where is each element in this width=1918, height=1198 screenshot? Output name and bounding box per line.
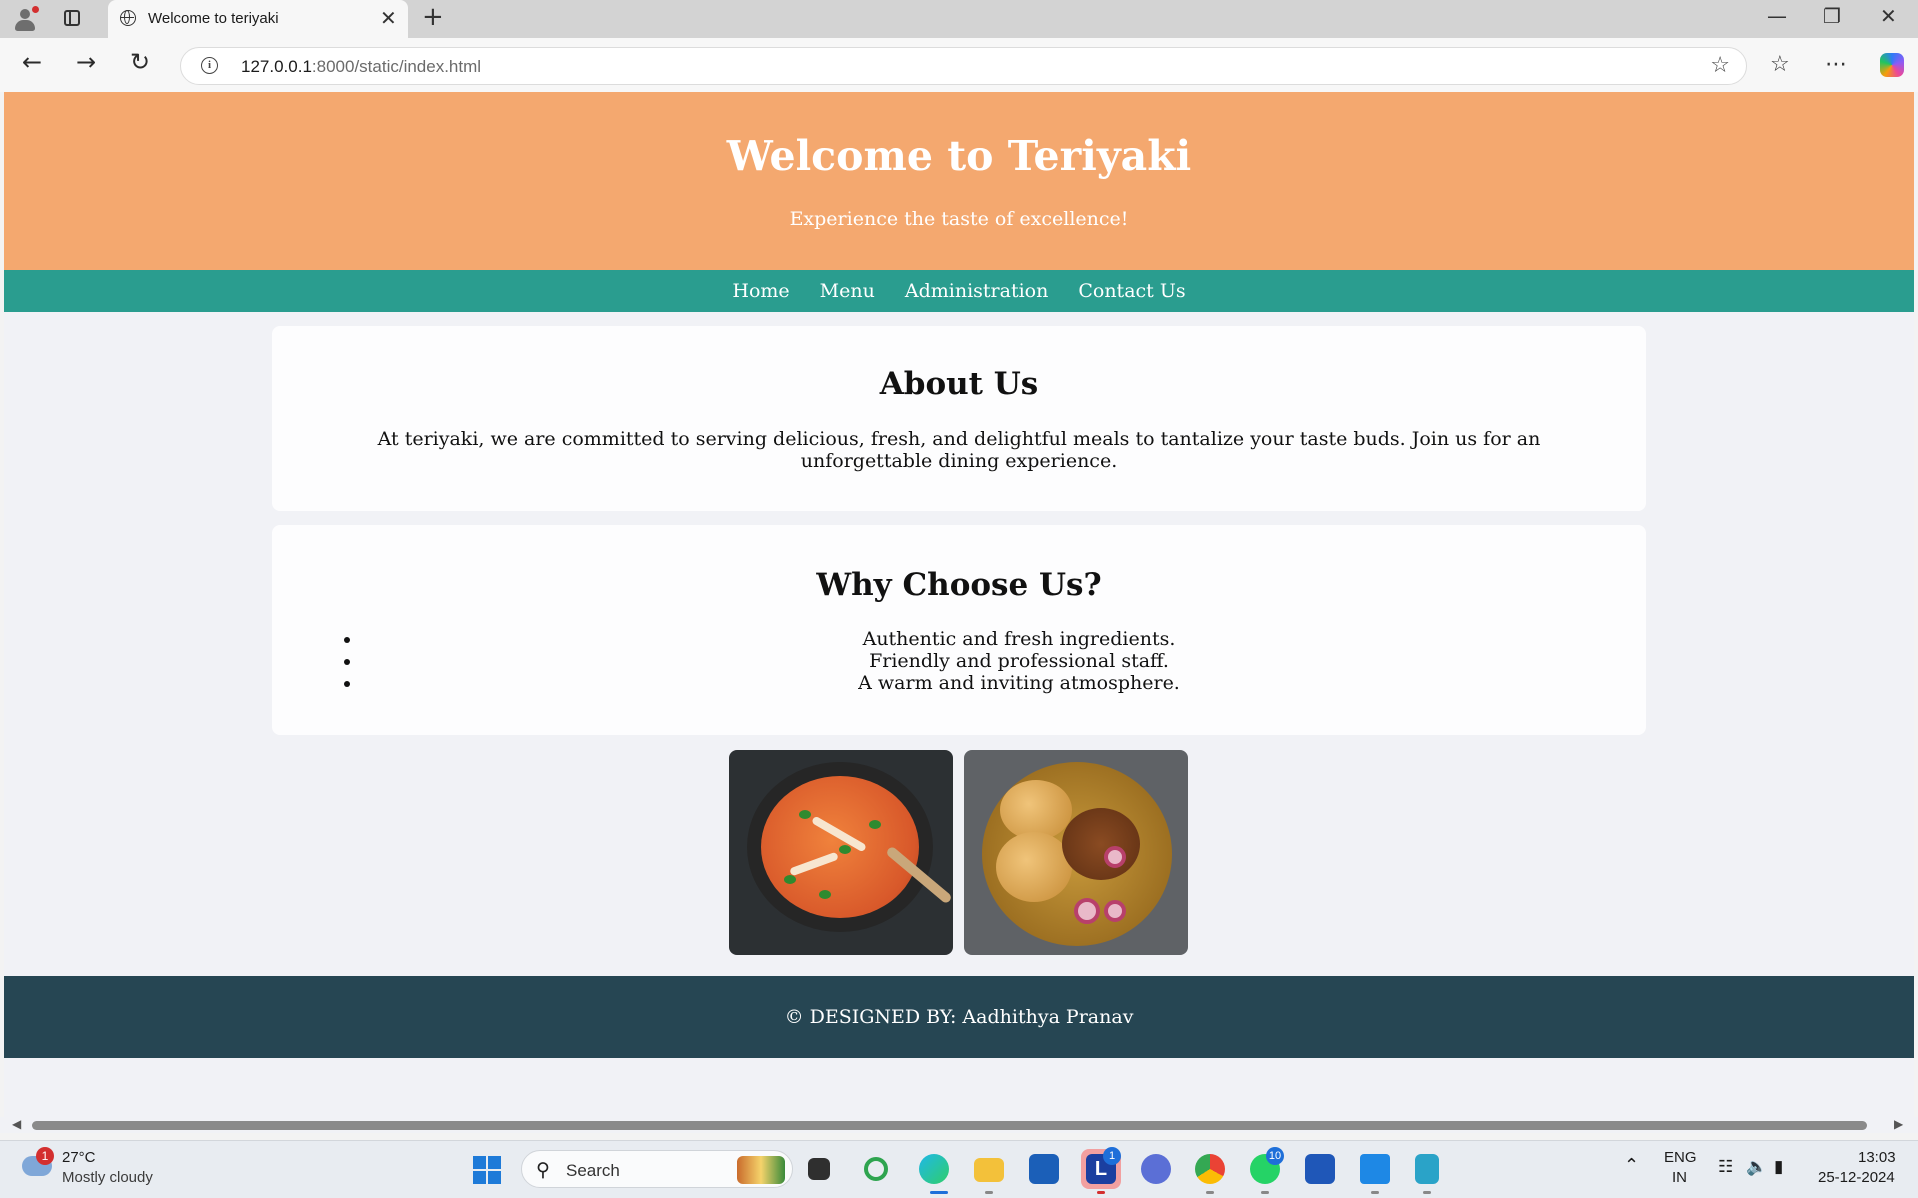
windows-start-icon[interactable] — [473, 1156, 501, 1184]
footer-credit: © DESIGNED BY: Aadhithya Pranav — [784, 1006, 1134, 1028]
minimize-button[interactable]: — — [1767, 4, 1787, 28]
why-list: Authentic and fresh ingredients. Friendl… — [322, 628, 1676, 694]
forward-arrow-icon[interactable]: → — [76, 48, 96, 76]
vscode-running-indicator — [1371, 1191, 1379, 1194]
back-arrow-icon[interactable]: ← — [22, 48, 42, 76]
horizontal-scrollbar[interactable]: ◀ ▶ — [0, 1117, 1918, 1133]
site-nav: Home Menu Administration Contact Us — [4, 270, 1914, 312]
terminal-icon[interactable] — [808, 1158, 830, 1180]
chrome-running-indicator — [1206, 1191, 1214, 1194]
store-icon[interactable] — [1029, 1154, 1059, 1184]
taskbar: 1 27°C Mostly cloudy ⚲ Search L 1 10 ⌃ E… — [0, 1140, 1918, 1198]
browser-tab[interactable]: Welcome to teriyaki ✕ — [108, 0, 408, 38]
window-close-button[interactable]: ✕ — [1880, 4, 1897, 28]
chrome-icon[interactable] — [1195, 1154, 1225, 1184]
tab-close-button[interactable]: ✕ — [380, 6, 397, 30]
edge-icon[interactable] — [919, 1154, 949, 1184]
favorite-star-icon[interactable]: ☆ — [1710, 53, 1730, 78]
whatsapp-running-indicator — [1261, 1191, 1269, 1194]
language-code[interactable]: ENG — [1664, 1149, 1697, 1166]
address-bar[interactable]: i 127.0.0.1:8000/static/index.html ☆ — [180, 47, 1747, 85]
browser-tab-strip: Welcome to teriyaki ✕ + — ❐ ✕ — [0, 0, 1918, 38]
battery-icon[interactable]: ▮ — [1774, 1157, 1783, 1177]
why-section: Why Choose Us? Authentic and fresh ingre… — [272, 525, 1646, 735]
food-gallery — [729, 750, 1189, 955]
clock-date[interactable]: 25-12-2024 — [1818, 1169, 1895, 1186]
why-heading: Why Choose Us? — [816, 567, 1102, 603]
nav-menu[interactable]: Menu — [820, 270, 875, 312]
site-info-icon[interactable]: i — [201, 57, 218, 74]
search-label: Search — [566, 1161, 620, 1180]
app-ring-icon[interactable] — [864, 1157, 888, 1181]
url-text: 127.0.0.1:8000/static/index.html — [241, 57, 482, 76]
puri-chole-image — [964, 750, 1188, 955]
new-tab-button[interactable]: + — [422, 2, 444, 32]
site-footer: © DESIGNED BY: Aadhithya Pranav — [4, 976, 1914, 1058]
copilot-icon[interactable] — [1880, 53, 1904, 77]
profile-icon[interactable] — [12, 6, 39, 32]
region-code[interactable]: IN — [1672, 1169, 1687, 1186]
globe-icon — [120, 10, 136, 26]
weather-badge: 1 — [36, 1147, 54, 1165]
refresh-icon[interactable]: ↻ — [130, 48, 150, 76]
tab-actions-icon[interactable] — [64, 10, 80, 26]
nav-contact-us[interactable]: Contact Us — [1078, 270, 1185, 312]
notepad-icon[interactable] — [1415, 1154, 1439, 1184]
chevron-up-icon[interactable]: ⌃ — [1624, 1155, 1639, 1176]
search-highlight-icon — [737, 1156, 785, 1184]
site-header: Welcome to Teriyaki Experience the taste… — [4, 92, 1914, 270]
file-explorer-icon[interactable] — [974, 1158, 1004, 1182]
word-icon[interactable] — [1305, 1154, 1335, 1184]
more-options-icon[interactable]: ⋯ — [1825, 52, 1847, 77]
page-viewport: Welcome to Teriyaki Experience the taste… — [4, 92, 1914, 1118]
nav-home[interactable]: Home — [732, 270, 789, 312]
curry-image — [729, 750, 953, 955]
tab-title: Welcome to teriyaki — [148, 10, 279, 27]
nav-administration[interactable]: Administration — [905, 270, 1048, 312]
list-item: Friendly and professional staff. — [362, 650, 1676, 672]
scroll-right-icon[interactable]: ▶ — [1894, 1117, 1903, 1131]
clock-time[interactable]: 13:03 — [1858, 1149, 1896, 1166]
app-a-icon[interactable] — [1141, 1154, 1171, 1184]
about-section: About Us At teriyaki, we are committed t… — [272, 326, 1646, 511]
whatsapp-badge: 10 — [1266, 1147, 1284, 1165]
temperature[interactable]: 27°C — [62, 1149, 96, 1166]
about-heading: About Us — [879, 366, 1039, 402]
list-item: Authentic and fresh ingredients. — [362, 628, 1676, 650]
site-subtitle: Experience the taste of excellence! — [789, 208, 1129, 230]
notepad-running-indicator — [1423, 1191, 1431, 1194]
search-icon: ⚲ — [536, 1160, 550, 1181]
favorites-icon[interactable]: ☆ — [1770, 52, 1790, 77]
app-l-running-indicator — [1097, 1191, 1105, 1194]
wifi-icon[interactable]: ☷ — [1718, 1157, 1733, 1177]
about-text: At teriyaki, we are committed to serving… — [377, 428, 1541, 472]
restore-button[interactable]: ❐ — [1823, 4, 1841, 28]
volume-icon[interactable]: 🔈 — [1746, 1157, 1767, 1177]
taskbar-search[interactable]: ⚲ Search — [521, 1150, 793, 1188]
site-title: Welcome to Teriyaki — [726, 132, 1192, 180]
explorer-running-indicator — [985, 1191, 993, 1194]
edge-running-indicator — [930, 1191, 948, 1194]
scroll-left-icon[interactable]: ◀ — [12, 1117, 21, 1131]
app-l-badge: 1 — [1103, 1147, 1121, 1165]
scroll-thumb[interactable] — [32, 1121, 1867, 1130]
list-item: A warm and inviting atmosphere. — [362, 672, 1676, 694]
vscode-icon[interactable] — [1360, 1154, 1390, 1184]
weather-description[interactable]: Mostly cloudy — [62, 1169, 153, 1186]
